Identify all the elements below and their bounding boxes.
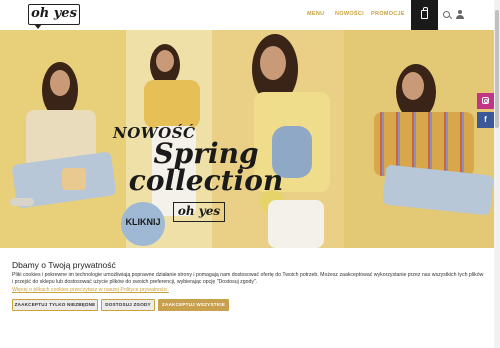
cookie-consent-panel: Dbamy o Twoją prywatność Pliki cookies i… xyxy=(0,248,494,348)
hero-cta-button[interactable]: KLIKNIJ xyxy=(121,202,165,246)
instagram-icon xyxy=(482,97,489,104)
hero-banner[interactable]: NOWOŚĆ Spring collection KLIKNIJ oh yes xyxy=(0,30,494,248)
instagram-button[interactable] xyxy=(477,93,494,109)
page-scrollbar[interactable] xyxy=(494,0,500,348)
facebook-button[interactable]: f xyxy=(477,112,494,128)
hero-logo: oh yes xyxy=(173,202,225,222)
site-logo-text: oh yes xyxy=(31,6,77,21)
cookie-title: Dbamy o Twoją prywatność xyxy=(12,260,116,270)
hero-photo-4 xyxy=(344,30,494,248)
facebook-icon: f xyxy=(484,115,487,124)
nav-new[interactable]: NOWOŚCI xyxy=(335,11,364,17)
nav-menu[interactable]: MENU xyxy=(307,11,324,17)
site-logo[interactable]: oh yes xyxy=(28,4,80,29)
hero-title: Spring collection xyxy=(128,137,284,197)
user-icon[interactable] xyxy=(456,10,464,20)
cookie-description: Pliki cookies i pokrewne im technologie … xyxy=(12,272,484,285)
scrollbar-thumb[interactable] xyxy=(495,10,499,128)
site-header: oh yes MENU NOWOŚCI PROMOCJE xyxy=(0,0,494,30)
privacy-policy-link[interactable]: Więcej o plikach cookies przeczytasz w n… xyxy=(12,287,169,293)
search-icon[interactable] xyxy=(443,11,450,18)
accept-necessary-button[interactable]: ZAAKCEPTUJ TYLKO NIEZBĘDNE xyxy=(12,299,98,311)
hero-photo-1 xyxy=(0,30,126,248)
cart-button[interactable] xyxy=(411,0,438,30)
hero-logo-text: oh yes xyxy=(177,204,221,218)
adjust-consents-button[interactable]: DOSTOSUJ ZGODY xyxy=(101,299,155,311)
hero-cta-label: KLIKNIJ xyxy=(125,217,161,227)
page: oh yes MENU NOWOŚCI PROMOCJE NOWOŚĆ Spri… xyxy=(0,0,500,348)
nav-promotions[interactable]: PROMOCJE xyxy=(371,11,405,17)
accept-all-button[interactable]: ZAAKCEPTUJ WSZYSTKIE xyxy=(158,299,229,311)
shopping-bag-icon xyxy=(421,7,428,19)
